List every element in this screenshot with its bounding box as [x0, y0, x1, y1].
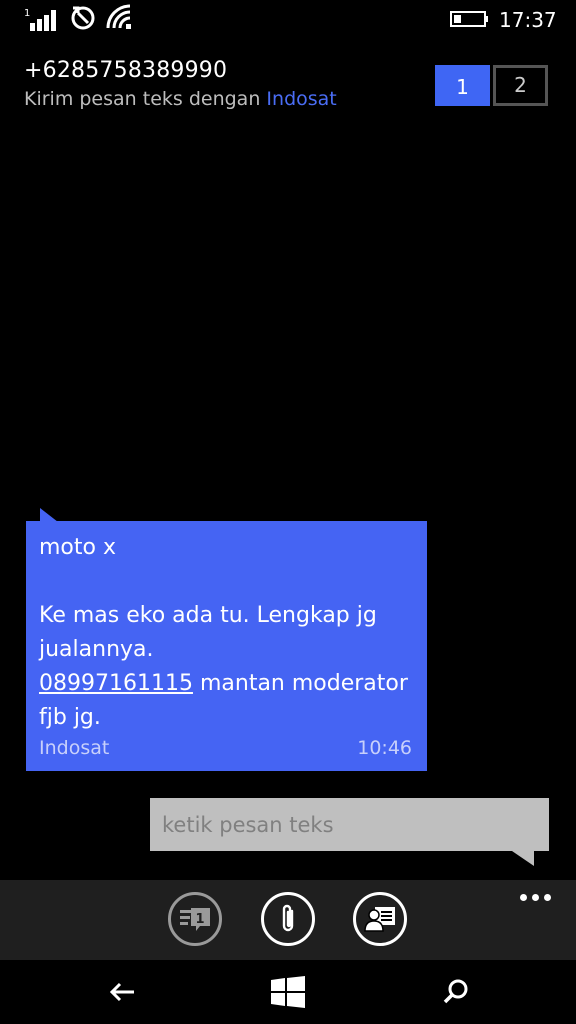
- more-icon: [520, 894, 527, 901]
- message-line-1: moto x: [39, 535, 116, 560]
- more-icon-dot: [544, 894, 551, 901]
- sim-switcher[interactable]: 1 2: [435, 65, 550, 106]
- back-icon: [109, 982, 134, 1002]
- attach-button[interactable]: [261, 892, 315, 946]
- start-button[interactable]: [248, 960, 328, 1024]
- more-options-button[interactable]: [516, 888, 556, 908]
- conversations-button[interactable]: 1: [168, 892, 222, 946]
- message-input[interactable]: [150, 798, 549, 851]
- received-message-bubble[interactable]: moto x Ke mas eko ada tu. Lengkap jg jua…: [26, 521, 427, 771]
- contact-phone-number[interactable]: +6285758389990: [24, 58, 227, 83]
- search-icon: [443, 979, 468, 1004]
- sim-2-tab[interactable]: 2: [493, 65, 548, 106]
- message-body: moto x Ke mas eko ada tu. Lengkap jg jua…: [39, 531, 419, 735]
- unread-count: 1: [195, 912, 204, 927]
- sim-status-icon: [70, 4, 96, 36]
- status-bar: 1 17:37: [0, 0, 576, 40]
- send-via-line[interactable]: Kirim pesan teks dengan Indosat: [24, 88, 337, 110]
- contact-button[interactable]: [353, 892, 407, 946]
- message-sender: Indosat: [39, 737, 110, 759]
- wifi-icon: [106, 4, 132, 34]
- signal-icon: 1: [24, 6, 60, 36]
- navigation-bar: [0, 960, 576, 1024]
- attach-icon: [282, 904, 294, 932]
- bubble-tail: [40, 508, 58, 522]
- more-icon-dot: [532, 894, 539, 901]
- contact-icon: [364, 907, 395, 932]
- compose-tail: [512, 851, 534, 866]
- send-via-label: Kirim pesan teks dengan: [24, 88, 267, 110]
- conversations-icon: 1: [180, 908, 210, 931]
- battery-icon: [450, 10, 490, 32]
- phone-number-link[interactable]: 08997161115: [39, 671, 193, 696]
- message-timestamp: 10:46: [357, 737, 412, 759]
- windows-icon: [271, 976, 305, 1008]
- app-bar: 1: [0, 880, 576, 960]
- svg-text:1: 1: [24, 8, 30, 19]
- clock: 17:37: [499, 8, 557, 32]
- sim-1-tab[interactable]: 1: [435, 65, 490, 106]
- search-button[interactable]: [416, 960, 496, 1024]
- message-line-2: Ke mas eko ada tu. Lengkap jg jualannya.: [39, 603, 384, 662]
- carrier-link[interactable]: Indosat: [266, 88, 336, 110]
- compose-box[interactable]: [150, 798, 549, 851]
- back-button[interactable]: [82, 960, 162, 1024]
